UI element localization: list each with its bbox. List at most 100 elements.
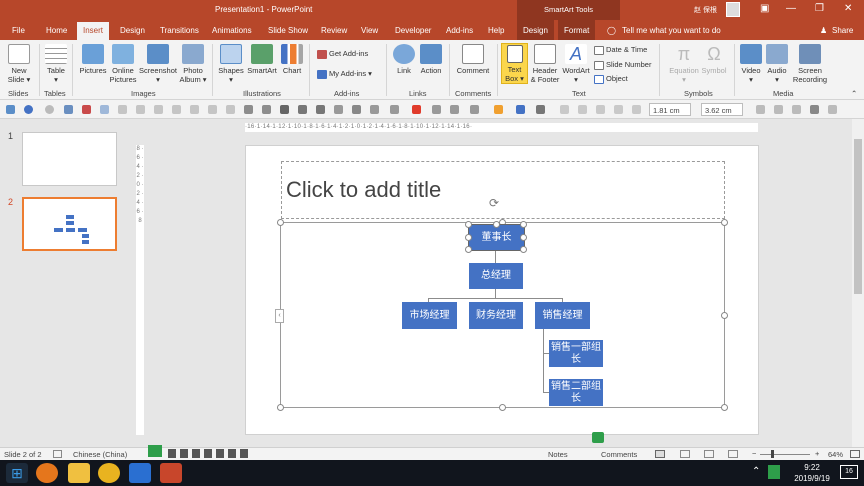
scrollbar-thumb[interactable] [854,139,862,294]
audio-button[interactable]: Audio ▾ [764,44,790,84]
pictures-button[interactable]: Pictures [76,44,110,75]
font-color-icon[interactable] [412,105,421,114]
chrome-icon[interactable] [98,463,120,483]
tell-me-search[interactable]: Tell me what you want to do [622,26,721,35]
toolbar-icon[interactable] [226,105,235,114]
reading-view-icon[interactable] [704,450,714,458]
toolbar-icon[interactable] [614,105,623,114]
toolbar-icon[interactable] [792,105,801,114]
slide-sorter-icon[interactable] [680,450,690,458]
shape-outline-icon[interactable] [516,105,525,114]
font-size-icon[interactable] [262,105,271,114]
toolbar-icon[interactable] [154,105,163,114]
maximize-button[interactable]: ❐ [815,3,824,14]
underline-icon[interactable] [316,105,325,114]
slide-thumbnail-2[interactable] [22,197,117,251]
share-button[interactable]: Share [832,26,853,35]
shape-effects-icon[interactable] [536,105,545,114]
new-slide-button[interactable]: New Slide ▾ [4,44,34,84]
save-icon[interactable] [6,105,15,114]
zoom-level[interactable]: 64% [828,450,843,459]
windows-start-icon[interactable]: ⊞ [6,463,28,483]
show-hidden-icons[interactable]: ⌃ [752,466,760,477]
resize-handle[interactable] [721,219,728,226]
toolbar-icon[interactable] [756,105,765,114]
close-button[interactable]: ✕ [844,3,852,14]
comments-button[interactable]: Comments [601,450,637,459]
video-button[interactable]: Video ▾ [738,44,764,84]
rotate-handle-icon[interactable]: ⟳ [489,196,499,210]
resize-handle[interactable] [520,246,527,253]
org-node-marketing[interactable]: 市场经理 [402,302,457,329]
slideshow-icon[interactable] [728,450,738,458]
shape-width-field[interactable]: 3.62 cm [701,103,743,116]
toolbar-icon[interactable] [190,105,199,114]
slide-number-button[interactable]: Slide Number [594,60,651,70]
file-explorer-icon[interactable] [68,463,90,483]
ime-icon[interactable] [592,432,604,443]
align-icon[interactable] [450,105,459,114]
collapse-ribbon-icon[interactable]: ⌃ [851,89,857,98]
tab-view[interactable]: View [361,26,378,35]
slide-canvas[interactable]: Click to add title ‹ 董事长 ⟳ 总经理 市场经理 财务经理… [245,145,759,435]
org-node-chairman[interactable]: 董事长 [468,224,525,251]
date-time-button[interactable]: Date & Time [594,45,647,55]
ime-tray-icon[interactable] [768,465,780,479]
shapes-button[interactable]: Shapes ▾ [216,44,246,84]
language-indicator[interactable]: Chinese (China) [73,450,127,459]
resize-handle[interactable] [465,221,472,228]
spacing-icon[interactable] [370,105,379,114]
align-icon[interactable] [470,105,479,114]
wordart-button[interactable]: A WordArt ▾ [561,44,591,84]
font-size-icon[interactable] [244,105,253,114]
tab-home[interactable]: Home [46,26,67,35]
ribbon-display-button[interactable]: ▣ [760,3,769,14]
format-painter-icon[interactable] [64,105,73,114]
bold-icon[interactable] [280,105,289,114]
org-node-finance[interactable]: 财务经理 [469,302,523,329]
resize-handle[interactable] [277,219,284,226]
normal-view-icon[interactable] [655,450,665,458]
tab-help[interactable]: Help [488,26,504,35]
notification-center[interactable]: 16 [840,465,858,479]
user-name[interactable]: 赵 保根 [694,5,717,15]
clear-format-icon[interactable] [82,105,91,114]
title-placeholder[interactable]: Click to add title [281,161,725,219]
minimize-button[interactable]: — [786,3,796,14]
toolbar-icon[interactable] [578,105,587,114]
org-node-sales-dept2[interactable]: 销售二部组长 [549,379,603,406]
zoom-slider[interactable] [760,454,810,455]
chart-button[interactable]: Chart [280,44,304,75]
org-node-sales[interactable]: 销售经理 [535,302,590,329]
customize-qat-icon[interactable] [828,105,837,114]
notes-button[interactable]: Notes [548,450,568,459]
tab-transitions[interactable]: Transitions [160,26,199,35]
slide-thumbnail-1[interactable] [22,132,117,186]
fit-to-window-icon[interactable] [850,450,860,458]
shape-fill-icon[interactable] [494,105,503,114]
app-icon[interactable] [36,463,58,483]
screen-recording-button[interactable]: Screen Recording [792,44,828,84]
action-button[interactable]: Action [418,44,444,75]
undo-icon[interactable] [24,105,33,114]
zoom-in-button[interactable]: + [815,449,819,458]
toolbar-icon[interactable] [596,105,605,114]
resize-handle[interactable] [499,404,506,411]
object-button[interactable]: Object [594,74,628,84]
symbol-button[interactable]: Ω Symbol [700,44,728,75]
header-footer-button[interactable]: Header & Footer [530,44,560,84]
toolbar-icon[interactable] [118,105,127,114]
toolbar-icon[interactable] [100,105,109,114]
toolbar-icon[interactable] [774,105,783,114]
tab-file[interactable]: File [12,26,25,35]
link-button[interactable]: Link [392,44,416,75]
my-addins-button[interactable]: My Add-ins ▾ [317,69,372,79]
vertical-scrollbar[interactable] [852,119,864,447]
resize-handle[interactable] [277,404,284,411]
toolbar-icon[interactable] [632,105,641,114]
text-shadow-icon[interactable] [352,105,361,114]
italic-icon[interactable] [298,105,307,114]
highlight-icon[interactable] [390,105,399,114]
tab-smartart-format[interactable]: Format [558,20,596,40]
resize-handle[interactable] [465,246,472,253]
